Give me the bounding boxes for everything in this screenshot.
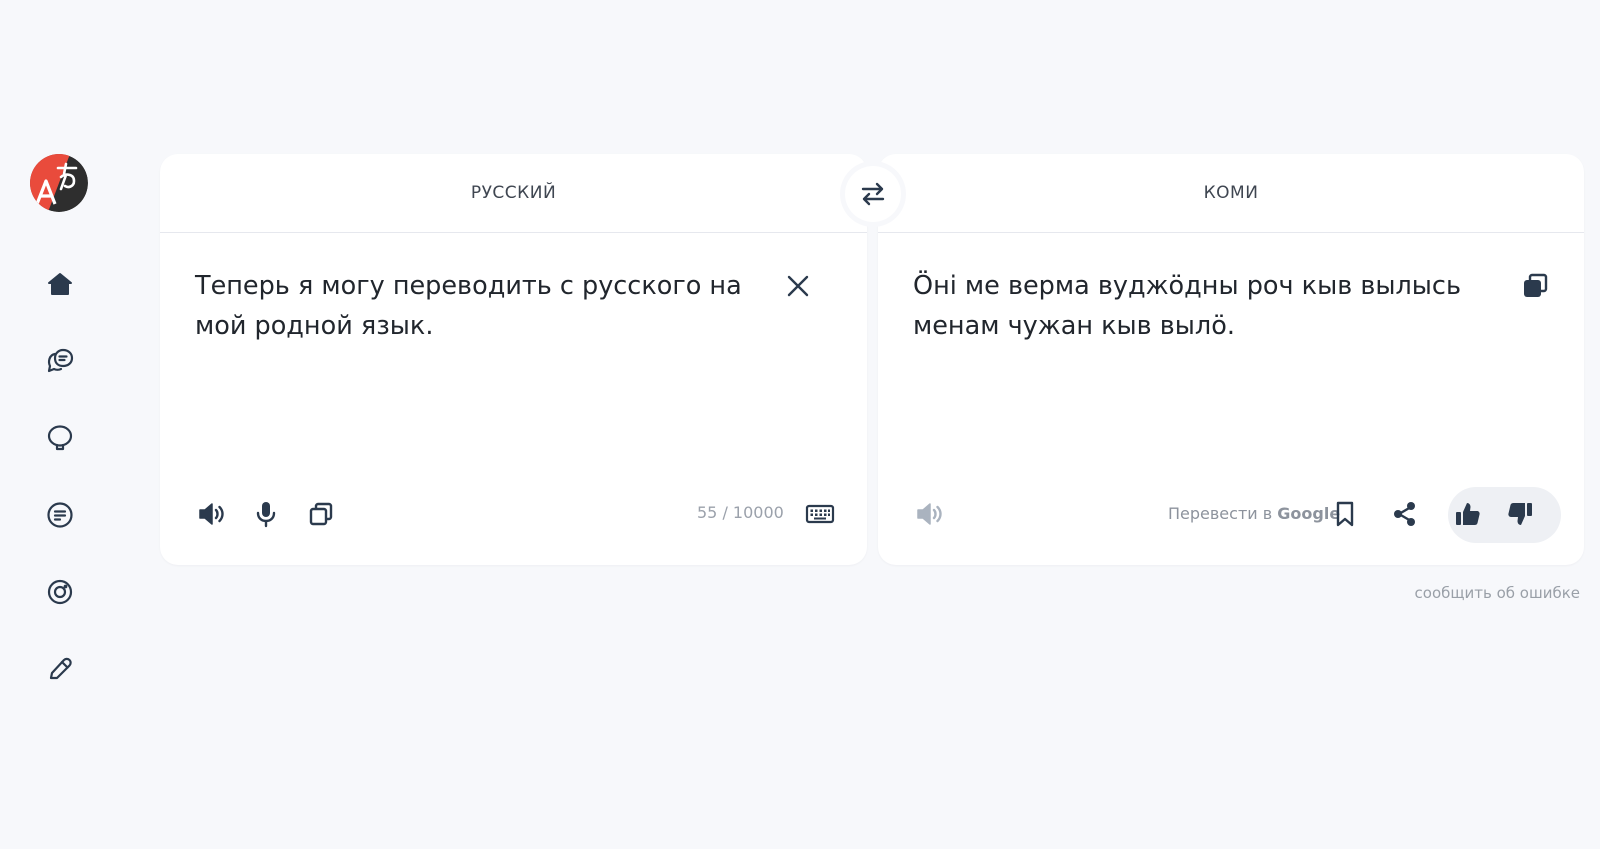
sidebar bbox=[0, 0, 120, 849]
source-copy-button[interactable] bbox=[301, 494, 341, 534]
speaker-icon bbox=[917, 503, 942, 525]
share-button[interactable] bbox=[1385, 494, 1425, 534]
virtual-keyboard-button[interactable] bbox=[800, 494, 840, 534]
copy-icon bbox=[1524, 273, 1548, 297]
target-language-selector[interactable]: КОМИ bbox=[1204, 183, 1259, 203]
source-panel: РУССКИЙ Теперь я могу переводить с русск… bbox=[160, 154, 867, 565]
source-text-input[interactable]: Теперь я могу переводить с русского на м… bbox=[195, 266, 755, 346]
target-panel: КОМИ Öні ме верма вуджӧдны роч кыв вылыс… bbox=[878, 154, 1584, 565]
camera-icon bbox=[47, 579, 73, 605]
source-header: РУССКИЙ bbox=[160, 154, 867, 233]
target-header: КОМИ bbox=[878, 154, 1584, 233]
speech-bubble-icon bbox=[47, 425, 73, 451]
google-link-prefix: Перевести в bbox=[1168, 504, 1278, 523]
speaker-icon bbox=[199, 503, 224, 525]
share-icon bbox=[1394, 502, 1415, 526]
bookmark-icon[interactable] bbox=[1330, 499, 1360, 529]
sidebar-item-edit[interactable] bbox=[38, 647, 82, 691]
home-icon bbox=[48, 273, 72, 295]
source-language-selector[interactable]: РУССКИЙ bbox=[471, 183, 556, 203]
target-copy-button[interactable] bbox=[1515, 266, 1555, 306]
thumbs-down-icon bbox=[1508, 503, 1532, 525]
sidebar-item-speak[interactable] bbox=[38, 416, 82, 460]
translate-logo-icon bbox=[30, 154, 88, 212]
character-counter: 55 / 10000 bbox=[697, 503, 784, 522]
translation-output: Öні ме верма вуджӧдны роч кыв вылысь мен… bbox=[913, 271, 1461, 341]
translate-in-google-link[interactable]: Перевести в Google bbox=[1168, 504, 1340, 523]
app-logo[interactable] bbox=[30, 154, 88, 212]
microphone-icon bbox=[256, 502, 276, 528]
report-error-link[interactable]: сообщить об ошибке bbox=[1415, 584, 1580, 602]
sidebar-item-home[interactable] bbox=[38, 262, 82, 306]
voice-input-button[interactable] bbox=[246, 494, 286, 534]
source-listen-button[interactable] bbox=[192, 494, 232, 534]
sidebar-item-documents[interactable] bbox=[38, 493, 82, 537]
document-icon bbox=[47, 502, 73, 528]
thumbs-up-button[interactable] bbox=[1448, 494, 1488, 534]
target-listen-button[interactable] bbox=[910, 494, 950, 534]
chat-bubbles-icon bbox=[47, 348, 74, 373]
keyboard-icon bbox=[805, 504, 835, 524]
thumbs-up-icon bbox=[1456, 503, 1480, 525]
thumbs-down-button[interactable] bbox=[1500, 494, 1540, 534]
bookmark-button[interactable] bbox=[1325, 494, 1365, 534]
pencil-icon bbox=[49, 657, 72, 680]
swap-languages-button[interactable] bbox=[845, 166, 901, 222]
copy-icon bbox=[309, 502, 333, 526]
swap-arrows-icon bbox=[861, 182, 885, 206]
sidebar-item-dialog[interactable] bbox=[38, 339, 82, 383]
close-icon bbox=[787, 275, 809, 297]
clear-button[interactable] bbox=[778, 266, 818, 306]
sidebar-item-camera[interactable] bbox=[38, 570, 82, 614]
